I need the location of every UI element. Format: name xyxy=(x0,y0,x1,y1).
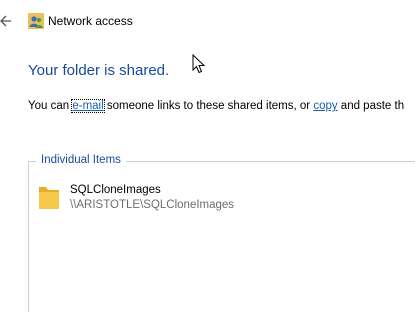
network-users-icon xyxy=(28,13,44,29)
page-heading: Your folder is shared. xyxy=(28,62,170,79)
folder-icon xyxy=(39,187,59,209)
back-arrow-icon xyxy=(0,15,11,27)
shared-item[interactable]: SQLCloneImages \\ARISTOTLE\SQLCloneImage… xyxy=(38,180,408,220)
title-bar: Network access xyxy=(0,0,415,42)
message-prefix: You can xyxy=(28,100,73,112)
message-middle: someone links to these shared items, or xyxy=(103,100,314,112)
share-message: You can e-mail someone links to these sh… xyxy=(28,99,405,113)
copy-link[interactable]: copy xyxy=(313,100,337,112)
email-link[interactable]: e-mail xyxy=(71,99,105,113)
mouse-pointer-icon xyxy=(192,54,206,74)
shared-item-path: \\ARISTOTLE\SQLCloneImages xyxy=(70,199,235,211)
message-suffix: and paste th xyxy=(337,100,405,112)
shared-item-name: SQLCloneImages xyxy=(70,184,161,196)
window-title: Network access xyxy=(48,14,133,28)
back-button[interactable] xyxy=(0,12,14,30)
individual-items-legend: Individual Items xyxy=(36,154,126,166)
